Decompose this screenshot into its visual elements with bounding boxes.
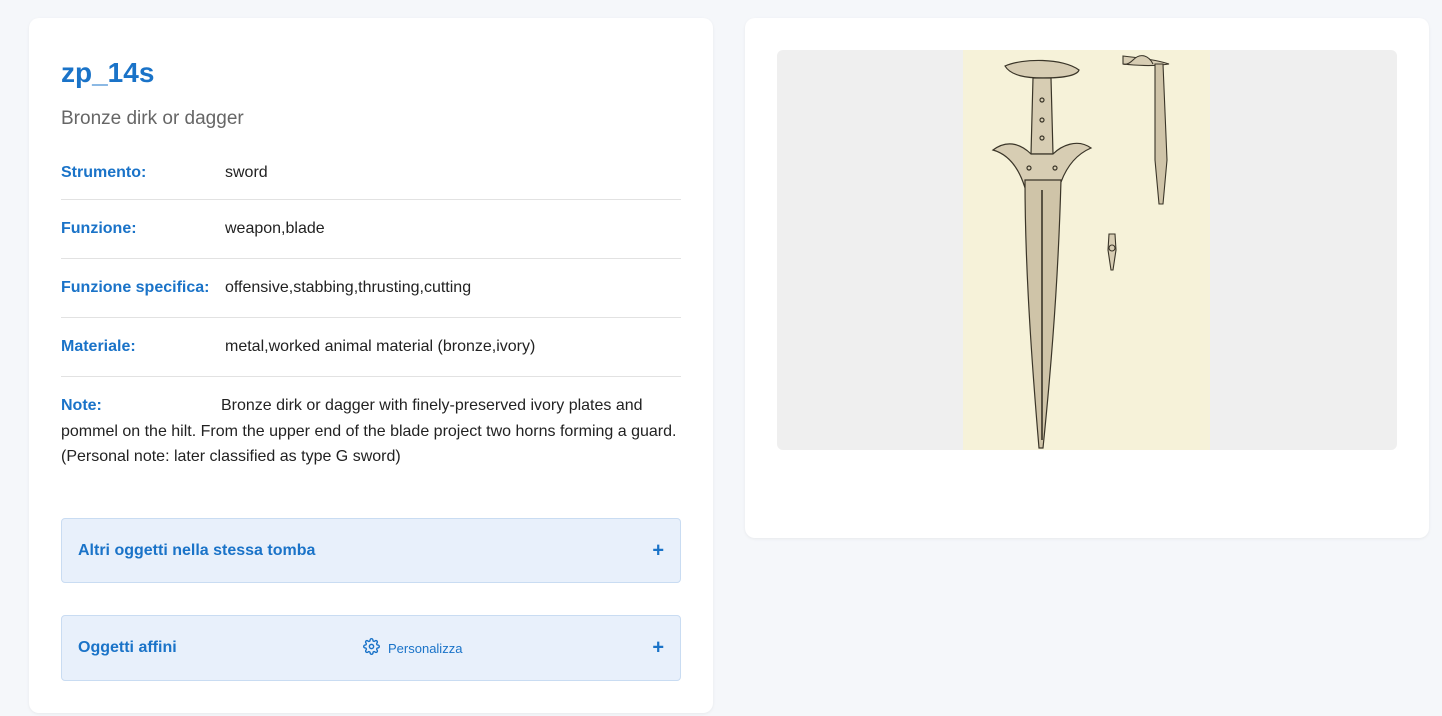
accordion-title: Altri oggetti nella stessa tomba — [78, 541, 316, 559]
field-label: Materiale: — [61, 338, 136, 355]
accordion-title: Oggetti affini — [78, 639, 177, 656]
plus-icon[interactable]: + — [652, 637, 664, 660]
customize-button[interactable]: Personalizza — [363, 638, 462, 658]
note-label: Note: — [61, 397, 102, 414]
field-row-strumento: Strumento: sword — [61, 146, 681, 200]
object-image-frame[interactable] — [777, 50, 1397, 450]
field-value: sword — [225, 163, 268, 181]
field-list: Strumento: sword Funzione: weapon,blade … — [61, 146, 681, 377]
field-label: Funzione: — [61, 220, 137, 237]
field-label: Funzione specifica: — [61, 279, 210, 296]
field-value: metal,worked animal material (bronze,ivo… — [225, 338, 536, 355]
accordion-same-tomb[interactable]: Altri oggetti nella stessa tomba + — [61, 518, 681, 583]
plus-icon[interactable]: + — [652, 539, 664, 562]
field-row-funzione-specifica: Funzione specifica: offensive,stabbing,t… — [61, 259, 681, 318]
dagger-illustration — [963, 50, 1210, 450]
object-subtitle: Bronze dirk or dagger — [61, 108, 244, 129]
field-value: offensive,stabbing,thrusting,cutting — [225, 279, 472, 296]
customize-label: Personalizza — [388, 640, 463, 656]
accordion-related-objects[interactable]: Oggetti affini Personalizza + — [61, 615, 681, 681]
field-row-funzione: Funzione: weapon,blade — [61, 200, 681, 259]
object-detail-card: zp_14s Bronze dirk or dagger Strumento: … — [29, 18, 713, 713]
field-label: Strumento: — [61, 163, 147, 181]
page-title: zp_14s — [61, 57, 155, 88]
image-card — [745, 18, 1429, 538]
note-section: Note: Bronze dirk or dagger with finely-p… — [61, 393, 683, 470]
field-row-materiale: Materiale: metal,worked animal material … — [61, 318, 681, 377]
gear-icon — [363, 638, 380, 658]
field-value: weapon,blade — [225, 220, 325, 237]
